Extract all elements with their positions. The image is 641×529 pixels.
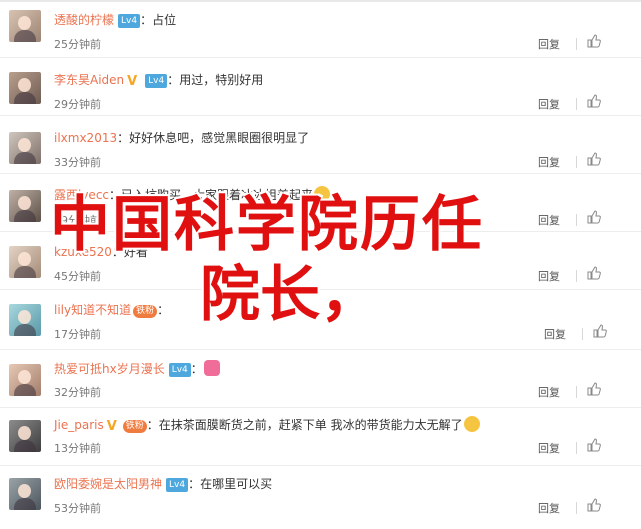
emoji-icon [463,416,480,432]
comment-text: 已入坑购买，大家跟着冰冰姐美起来 [121,188,314,202]
reply-button[interactable]: 回复 [538,440,560,456]
verified-icon: V [127,74,138,89]
divider [576,386,577,398]
comment-text: 好好休息吧，感觉黑眼圈很明显了 [129,131,310,145]
reply-button[interactable]: 回复 [538,384,560,400]
verified-icon: V [106,419,117,434]
divider [576,38,577,50]
comment-item: 露西lvecc：已入坑购买，大家跟着冰冰姐美起来 39分钟前 回复 [0,174,641,232]
reply-button[interactable]: 回复 [538,154,560,170]
thumbs-up-icon[interactable] [587,210,601,224]
fan-badge: 铁粉 [133,305,158,318]
avatar[interactable] [9,132,41,164]
comment-item: kzuxe520：好看 45分钟前 回复 [0,232,641,290]
reply-button[interactable]: 回复 [538,96,560,112]
username[interactable]: ilxmx2013 [54,131,117,145]
divider [576,98,577,110]
thumbs-up-icon[interactable] [587,34,601,48]
avatar[interactable] [9,72,41,104]
divider [576,214,577,226]
reply-button[interactable]: 回复 [538,500,560,516]
comment-item: Jie_paris V 铁粉 ：在抹茶面膜断货之前，赶紧下单 我冰的带货能力太无解了 … [0,408,641,466]
username[interactable]: 李东昊Aiden [54,73,124,87]
username[interactable]: lily知道不知道 [54,303,131,317]
comment-text: 占位 [152,13,177,27]
comment-line: 透酸的柠檬 Lv4 ：占位 [54,13,177,28]
comment-list: 透酸的柠檬 Lv4 ：占位 25分钟前 回复 李东昊Aiden V Lv4 ：用过，特别好… [0,0,641,529]
avatar[interactable] [9,478,41,510]
reply-button[interactable]: 回复 [538,36,560,52]
comment-line: Jie_paris V 铁粉 ：在抹茶面膜断货之前，赶紧下单 我冰的带货能力太无解了 [54,416,481,434]
thumbs-up-icon[interactable] [587,266,601,280]
comment-text: 在抹茶面膜断货之前，赶紧下单 我冰的带货能力太无解了 [158,418,463,432]
avatar[interactable] [9,304,41,336]
heart-emoji-icon [203,360,220,376]
comment-line: 李东昊Aiden V Lv4 ：用过，特别好用 [54,73,264,89]
username[interactable]: Jie_paris [54,418,104,432]
comment-time: 13分钟前 [54,442,101,455]
thumbs-up-icon[interactable] [587,382,601,396]
comment-line: kzuxe520：好看 [54,245,148,259]
comment-time: 17分钟前 [54,328,101,341]
comment-time: 53分钟前 [54,502,101,515]
thumbs-up-icon[interactable] [593,324,607,338]
comment-line: 露西lvecc：已入坑购买，大家跟着冰冰姐美起来 [54,186,331,203]
reply-button[interactable]: 回复 [538,268,560,284]
username[interactable]: 露西lvecc [54,188,109,202]
divider [576,270,577,282]
username[interactable]: 欧阳委婉是太阳男神 [54,477,162,491]
divider [576,156,577,168]
comment-item: 欧阳委婉是太阳男神 Lv4 ：在哪里可以买 53分钟前 回复 [0,466,641,529]
vip-badge: Lv4 [145,74,168,88]
comment-line: 热爱可抵hx岁月漫长 Lv4： [54,360,221,377]
divider [582,328,583,340]
vip-badge: Lv4 [168,363,191,377]
comment-time: 32分钟前 [54,386,101,399]
vip-badge: Lv4 [118,14,141,28]
thumbs-up-icon[interactable] [587,94,601,108]
comment-text: 在哪里可以买 [200,477,273,491]
thumbs-up-icon[interactable] [587,152,601,166]
username[interactable]: 透酸的柠檬 [54,13,114,27]
comment-item: lily知道不知道 铁粉： 17分钟前 回复 [0,290,641,350]
comment-time: 29分钟前 [54,98,101,111]
comment-time: 33分钟前 [54,156,101,169]
username[interactable]: kzuxe520 [54,245,112,259]
avatar[interactable] [9,246,41,278]
comment-item: ilxmx2013：好好休息吧，感觉黑眼圈很明显了 33分钟前 回复 [0,116,641,174]
comment-item: 透酸的柠檬 Lv4 ：占位 25分钟前 回复 [0,0,641,58]
thumbs-up-icon[interactable] [587,438,601,452]
comment-item: 李东昊Aiden V Lv4 ：用过，特别好用 29分钟前 回复 [0,58,641,116]
avatar[interactable] [9,190,41,222]
comment-time: 39分钟前 [54,214,101,227]
divider [576,502,577,514]
emoji-icon [314,186,331,202]
avatar[interactable] [9,364,41,396]
reply-button[interactable]: 回复 [538,212,560,228]
comment-line: 欧阳委婉是太阳男神 Lv4 ：在哪里可以买 [54,477,273,492]
username[interactable]: 热爱可抵hx岁月漫长 [54,362,165,376]
comment-text: 好看 [123,245,148,259]
divider [576,442,577,454]
reply-button[interactable]: 回复 [544,326,566,342]
fan-badge: 铁粉 [122,420,147,433]
comment-time: 45分钟前 [54,270,101,283]
avatar[interactable] [9,10,41,42]
comment-line: ilxmx2013：好好休息吧，感觉黑眼圈很明显了 [54,131,310,145]
comment-line: lily知道不知道 铁粉： [54,303,170,318]
comment-time: 25分钟前 [54,38,101,51]
comment-text: 用过，特别好用 [179,73,264,87]
vip-badge: Lv4 [166,478,189,492]
thumbs-up-icon[interactable] [587,498,601,512]
comment-item: 热爱可抵hx岁月漫长 Lv4： 32分钟前 回复 [0,350,641,408]
avatar[interactable] [9,420,41,452]
